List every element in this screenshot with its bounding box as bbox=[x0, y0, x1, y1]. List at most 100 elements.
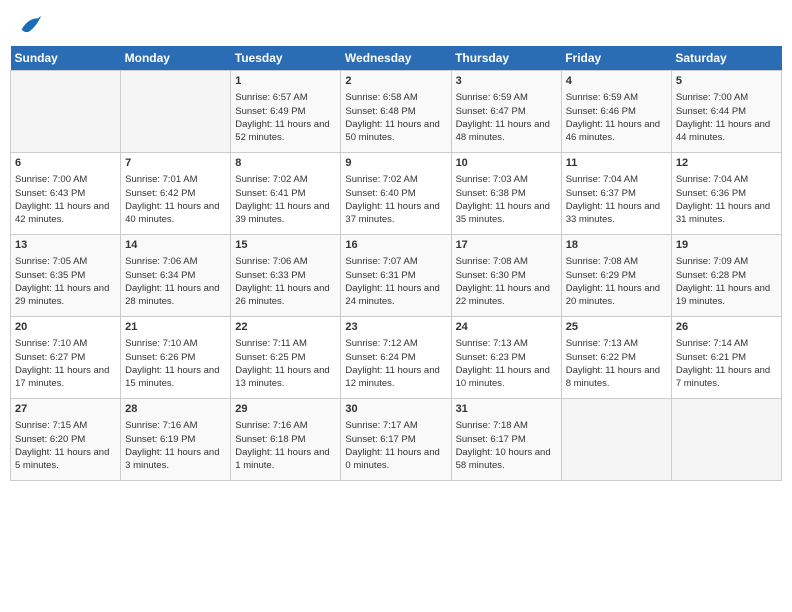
sunset-text: Sunset: 6:17 PM bbox=[345, 434, 415, 445]
daylight-text: Daylight: 11 hours and 13 minutes. bbox=[235, 365, 329, 389]
daylight-text: Daylight: 11 hours and 40 minutes. bbox=[125, 201, 219, 225]
calendar-cell: 19Sunrise: 7:09 AMSunset: 6:28 PMDayligh… bbox=[671, 235, 781, 317]
sunrise-text: Sunrise: 6:57 AM bbox=[235, 92, 307, 103]
calendar-week-row: 1Sunrise: 6:57 AMSunset: 6:49 PMDaylight… bbox=[11, 71, 782, 153]
calendar-cell: 28 Sunrise: 7:16 AM Sunset: 6:19 PM Dayligh… bbox=[121, 399, 231, 481]
calendar-cell: 25Sunrise: 7:13 AMSunset: 6:22 PMDayligh… bbox=[561, 317, 671, 399]
weekday-header: Thursday bbox=[451, 46, 561, 71]
sunrise-text: Sunrise: 7:16 AM bbox=[125, 420, 197, 431]
daylight-text: Daylight: 11 hours and 10 minutes. bbox=[456, 365, 550, 389]
daylight-text: Daylight: 11 hours and 35 minutes. bbox=[456, 201, 550, 225]
sunrise-text: Sunrise: 7:06 AM bbox=[235, 256, 307, 267]
sunrise-text: Sunrise: 7:05 AM bbox=[15, 256, 87, 267]
daylight-text: Daylight: 11 hours and 19 minutes. bbox=[676, 283, 770, 307]
daylight-text: Daylight: 11 hours and 15 minutes. bbox=[125, 365, 219, 389]
day-number: 26 bbox=[676, 320, 777, 335]
daylight-text: Daylight: 11 hours and 28 minutes. bbox=[125, 283, 219, 307]
weekday-header: Sunday bbox=[11, 46, 121, 71]
page-header bbox=[10, 10, 782, 38]
daylight-text: Daylight: 11 hours and 39 minutes. bbox=[235, 201, 329, 225]
day-number: 13 bbox=[15, 238, 116, 253]
sunset-text: Sunset: 6:40 PM bbox=[345, 188, 415, 199]
daylight-text: Daylight: 11 hours and 1 minute. bbox=[235, 447, 329, 471]
day-number: 25 bbox=[566, 320, 667, 335]
calendar-cell: 17 Sunrise: 7:08 AM Sunset: 6:30 PM Dayligh… bbox=[451, 235, 561, 317]
weekday-header: Monday bbox=[121, 46, 231, 71]
daylight-text: Daylight: 11 hours and 7 minutes. bbox=[676, 365, 770, 389]
daylight-text: Daylight: 11 hours and 12 minutes. bbox=[345, 365, 439, 389]
calendar-cell: 20Sunrise: 7:10 AMSunset: 6:27 PMDayligh… bbox=[11, 317, 121, 399]
day-number: 2 bbox=[345, 74, 446, 89]
weekday-header: Friday bbox=[561, 46, 671, 71]
daylight-text: Daylight: 11 hours and 20 minutes. bbox=[566, 283, 660, 307]
sunset-text: Sunset: 6:19 PM bbox=[125, 434, 195, 445]
daylight-text: Daylight: 11 hours and 42 minutes. bbox=[15, 201, 109, 225]
sunset-text: Sunset: 6:35 PM bbox=[15, 270, 85, 281]
calendar-cell: 21Sunrise: 7:10 AMSunset: 6:26 PMDayligh… bbox=[121, 317, 231, 399]
sunrise-text: Sunrise: 7:02 AM bbox=[345, 174, 417, 185]
daylight-text: Daylight: 11 hours and 52 minutes. bbox=[235, 119, 329, 143]
calendar-cell: 1Sunrise: 6:57 AMSunset: 6:49 PMDaylight… bbox=[231, 71, 341, 153]
day-number: 4 bbox=[566, 74, 667, 89]
calendar-cell: 23Sunrise: 7:12 AMSunset: 6:24 PMDayligh… bbox=[341, 317, 451, 399]
calendar-cell: 30Sunrise: 7:17 AMSunset: 6:17 PMDayligh… bbox=[341, 399, 451, 481]
sunrise-text: Sunrise: 7:00 AM bbox=[676, 92, 748, 103]
calendar-week-row: 27Sunrise: 7:15 AMSunset: 6:20 PMDayligh… bbox=[11, 399, 782, 481]
day-number: 19 bbox=[676, 238, 777, 253]
sunrise-text: Sunrise: 7:02 AM bbox=[235, 174, 307, 185]
day-number: 18 bbox=[566, 238, 667, 253]
calendar-cell: 14Sunrise: 7:06 AMSunset: 6:34 PMDayligh… bbox=[121, 235, 231, 317]
calendar-week-row: 6Sunrise: 7:00 AMSunset: 6:43 PMDaylight… bbox=[11, 153, 782, 235]
daylight-text: Daylight: 11 hours and 22 minutes. bbox=[456, 283, 550, 307]
sunset-text: Sunset: 6:17 PM bbox=[456, 434, 526, 445]
sunset-text: Sunset: 6:44 PM bbox=[676, 106, 746, 117]
calendar-cell bbox=[11, 71, 121, 153]
sunrise-text: Sunrise: 7:18 AM bbox=[456, 420, 528, 431]
sunrise-text: Sunrise: 7:16 AM bbox=[235, 420, 307, 431]
day-number: 22 bbox=[235, 320, 336, 335]
calendar-cell: 4Sunrise: 6:59 AMSunset: 6:46 PMDaylight… bbox=[561, 71, 671, 153]
calendar-cell: 16Sunrise: 7:07 AMSunset: 6:31 PMDayligh… bbox=[341, 235, 451, 317]
sunset-text: Sunset: 6:38 PM bbox=[456, 188, 526, 199]
sunset-text: Sunset: 6:27 PM bbox=[15, 352, 85, 363]
sunset-text: Sunset: 6:25 PM bbox=[235, 352, 305, 363]
calendar-cell bbox=[561, 399, 671, 481]
sunrise-text: Sunrise: 7:04 AM bbox=[676, 174, 748, 185]
calendar-cell: 8Sunrise: 7:02 AMSunset: 6:41 PMDaylight… bbox=[231, 153, 341, 235]
daylight-text: Daylight: 11 hours and 8 minutes. bbox=[566, 365, 660, 389]
sunrise-text: Sunrise: 7:01 AM bbox=[125, 174, 197, 185]
day-number: 9 bbox=[345, 156, 446, 171]
sunrise-text: Sunrise: 7:00 AM bbox=[15, 174, 87, 185]
daylight-text: Daylight: 11 hours and 31 minutes. bbox=[676, 201, 770, 225]
day-number: 16 bbox=[345, 238, 446, 253]
day-number: 15 bbox=[235, 238, 336, 253]
calendar-cell: 13Sunrise: 7:05 AMSunset: 6:35 PMDayligh… bbox=[11, 235, 121, 317]
day-number: 28 bbox=[125, 402, 226, 417]
calendar-cell: 2Sunrise: 6:58 AMSunset: 6:48 PMDaylight… bbox=[341, 71, 451, 153]
day-number: 30 bbox=[345, 402, 446, 417]
calendar-cell bbox=[671, 399, 781, 481]
sunset-text: Sunset: 6:33 PM bbox=[235, 270, 305, 281]
sunset-text: Sunset: 6:21 PM bbox=[676, 352, 746, 363]
sunset-text: Sunset: 6:48 PM bbox=[345, 106, 415, 117]
sunset-text: Sunset: 6:47 PM bbox=[456, 106, 526, 117]
day-number: 31 bbox=[456, 402, 557, 417]
day-number: 3 bbox=[456, 74, 557, 89]
day-number: 20 bbox=[15, 320, 116, 335]
sunrise-text: Sunrise: 7:07 AM bbox=[345, 256, 417, 267]
sunrise-text: Sunrise: 7:13 AM bbox=[566, 338, 638, 349]
daylight-text: Daylight: 11 hours and 3 minutes. bbox=[125, 447, 219, 471]
calendar-cell: 5Sunrise: 7:00 AMSunset: 6:44 PMDaylight… bbox=[671, 71, 781, 153]
sunrise-text: Sunrise: 7:08 AM bbox=[456, 256, 528, 267]
calendar-cell: 6Sunrise: 7:00 AMSunset: 6:43 PMDaylight… bbox=[11, 153, 121, 235]
day-number: 17 bbox=[456, 238, 557, 253]
sunset-text: Sunset: 6:30 PM bbox=[456, 270, 526, 281]
day-number: 10 bbox=[456, 156, 557, 171]
calendar-cell: 22Sunrise: 7:11 AMSunset: 6:25 PMDayligh… bbox=[231, 317, 341, 399]
sunset-text: Sunset: 6:49 PM bbox=[235, 106, 305, 117]
calendar-cell: 24Sunrise: 7:13 AMSunset: 6:23 PMDayligh… bbox=[451, 317, 561, 399]
sunrise-text: Sunrise: 7:12 AM bbox=[345, 338, 417, 349]
calendar-cell: 27Sunrise: 7:15 AMSunset: 6:20 PMDayligh… bbox=[11, 399, 121, 481]
sunrise-text: Sunrise: 7:13 AM bbox=[456, 338, 528, 349]
sunset-text: Sunset: 6:46 PM bbox=[566, 106, 636, 117]
